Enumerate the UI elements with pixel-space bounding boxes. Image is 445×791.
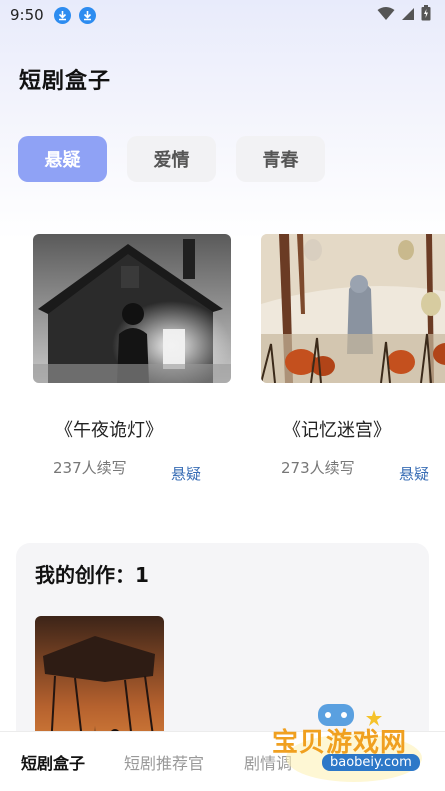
nav-item-recommender[interactable]: 短剧推荐官 [124, 750, 204, 774]
signal-icon [401, 6, 415, 25]
genre-tag[interactable]: 悬疑 [399, 463, 429, 484]
page-title: 短剧盒子 [19, 69, 112, 94]
continuation-count: 237人续写 [53, 459, 127, 477]
nav-item-short-drama-box[interactable]: 短剧盒子 [21, 750, 85, 774]
story-title: 《记忆迷宫》 [283, 420, 391, 441]
status-time: 9:50 [10, 6, 44, 24]
download-icon [78, 6, 96, 24]
tab-youth[interactable]: 青春 [236, 136, 325, 182]
tab-romance[interactable]: 爱情 [127, 136, 216, 182]
category-tabs: 悬疑 爱情 青春 [18, 136, 325, 182]
story-title: 《午夜诡灯》 [55, 420, 163, 441]
genre-tag[interactable]: 悬疑 [171, 463, 201, 484]
download-icon [53, 6, 71, 24]
story-card[interactable]: 《记忆迷宫》 273人续写 悬疑 [261, 234, 445, 483]
wifi-icon [377, 6, 395, 25]
story-card-list: 《午夜诡灯》 237人续写 悬疑 《记忆迷宫》 273人续写 悬疑 [33, 234, 445, 494]
tab-suspense[interactable]: 悬疑 [18, 136, 107, 182]
battery-icon [421, 5, 431, 25]
watermark-url: baobeiy.com [322, 754, 420, 771]
header-background [0, 0, 445, 240]
my-creations-title: 我的创作：1 [35, 563, 149, 587]
watermark-logo: 宝贝游戏网 baobeiy.com [262, 696, 445, 791]
story-card[interactable]: 《午夜诡灯》 237人续写 悬疑 [33, 234, 231, 483]
story-cover-image[interactable] [33, 234, 231, 383]
continuation-count: 273人续写 [281, 459, 355, 477]
story-cover-image[interactable] [261, 234, 445, 383]
status-bar: 9:50 [0, 0, 445, 30]
